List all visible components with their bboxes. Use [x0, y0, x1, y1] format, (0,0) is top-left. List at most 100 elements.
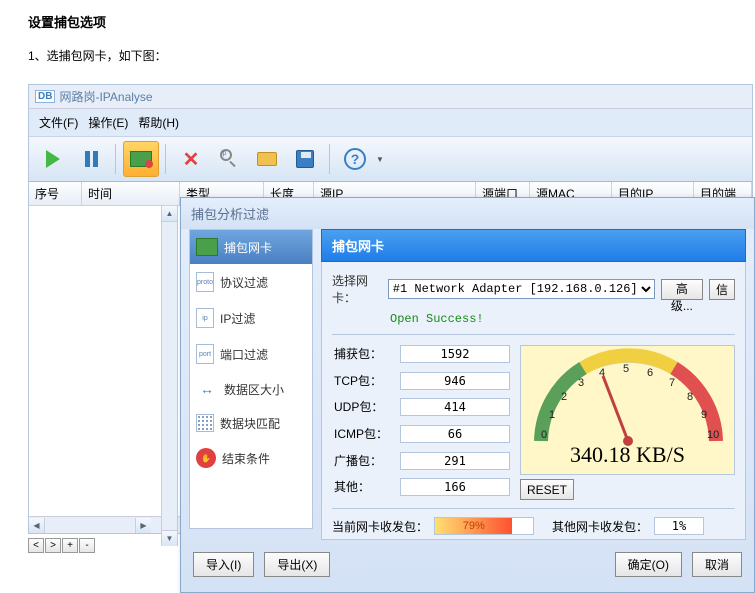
- save-button[interactable]: [287, 141, 323, 177]
- delete-button[interactable]: ✕: [173, 141, 209, 177]
- page-ip-icon: ip: [196, 308, 214, 328]
- nav-prev-button[interactable]: <: [28, 538, 44, 553]
- vertical-scrollbar[interactable]: ▲ ▼: [161, 206, 178, 546]
- titlebar: DB 网路岗-IPAnalyse: [29, 85, 752, 109]
- tcp-label: TCP包：: [332, 372, 394, 394]
- select-nic-label: 选择网卡：: [332, 272, 382, 306]
- page-port-icon: port: [196, 344, 214, 364]
- panel-header: 捕包网卡: [321, 229, 746, 262]
- nav-minus-button[interactable]: -: [79, 538, 95, 553]
- play-button[interactable]: [35, 141, 71, 177]
- menu-file[interactable]: 文件(F): [35, 112, 82, 133]
- current-traffic-bar: 79%: [434, 517, 534, 535]
- dialog-sidebar: 捕包网卡 proto 协议过滤 ip IP过滤 port 端口过滤 ↔ 数据区大…: [189, 229, 313, 529]
- other-traffic-value: 1%: [654, 517, 704, 535]
- broadcast-label: 广播包：: [332, 452, 394, 474]
- current-traffic-fill: 79%: [435, 518, 512, 534]
- doc-heading: 设置捕包选项: [0, 0, 755, 39]
- scroll-down-icon[interactable]: ▼: [162, 530, 177, 546]
- reset-button[interactable]: RESET: [520, 479, 574, 500]
- arrows-icon: ↔: [196, 380, 218, 398]
- other-value: 166: [400, 478, 510, 496]
- udp-value: 414: [400, 398, 510, 416]
- broadcast-value: 291: [400, 452, 510, 470]
- speed-gauge: 012 345 678 910 340.18 KB/S: [520, 345, 735, 475]
- sidebar-item-label: 端口过滤: [220, 346, 268, 363]
- separator-icon: [329, 144, 331, 174]
- capture-settings-button[interactable]: [123, 141, 159, 177]
- col-time[interactable]: 时间: [82, 182, 180, 205]
- svg-text:0: 0: [541, 429, 547, 441]
- ok-button[interactable]: 确定(O): [615, 552, 682, 577]
- menu-action[interactable]: 操作(E): [84, 112, 132, 133]
- scroll-left-icon[interactable]: ◀: [29, 518, 45, 533]
- sidebar-item-port[interactable]: port 端口过滤: [190, 336, 312, 372]
- scroll-up-icon[interactable]: ▲: [162, 206, 177, 222]
- sidebar-item-label: 数据块匹配: [220, 415, 280, 432]
- current-traffic-label: 当前网卡收发包：: [332, 518, 428, 535]
- x-icon: ✕: [183, 147, 200, 172]
- filter-dialog: 捕包分析过滤 捕包网卡 proto 协议过滤 ip IP过滤 port 端口过滤…: [180, 197, 755, 593]
- help-icon: ?: [344, 148, 366, 170]
- nav-next-button[interactable]: >: [45, 538, 61, 553]
- window-title: 网路岗-IPAnalyse: [59, 88, 152, 105]
- captured-value: 1592: [400, 345, 510, 363]
- sidebar-item-label: 结束条件: [222, 450, 270, 467]
- menubar: 文件(F) 操作(E) 帮助(H): [29, 109, 752, 137]
- sidebar-item-datasize[interactable]: ↔ 数据区大小: [190, 372, 312, 406]
- matrix-icon: [196, 414, 214, 432]
- sidebar-item-ip[interactable]: ip IP过滤: [190, 300, 312, 336]
- sidebar-item-label: 数据区大小: [224, 381, 284, 398]
- ip-lookup-button[interactable]: ip: [211, 141, 247, 177]
- help-button[interactable]: ?: [337, 141, 373, 177]
- magnifier-ip-icon: ip: [218, 149, 240, 169]
- nav-plus-button[interactable]: +: [62, 538, 78, 553]
- play-icon: [46, 150, 60, 168]
- stats-grid: 捕获包： 1592 TCP包： 946 UDP包： 414 ICMP包： 66 …: [332, 345, 510, 500]
- col-seq[interactable]: 序号: [29, 182, 82, 205]
- dialog-footer: 导入(I) 导出(X) 确定(O) 取消: [181, 540, 754, 577]
- svg-text:5: 5: [623, 363, 629, 375]
- svg-text:6: 6: [647, 367, 653, 379]
- cancel-button[interactable]: 取消: [692, 552, 742, 577]
- folder-icon: [257, 152, 277, 166]
- pause-button[interactable]: [73, 141, 109, 177]
- nic-icon: [196, 238, 218, 256]
- svg-text:3: 3: [578, 377, 584, 389]
- other-label: 其他：: [332, 478, 394, 500]
- dialog-content: 捕包网卡 选择网卡： #1 Network Adapter [192.168.0…: [321, 229, 746, 540]
- sidebar-item-datablock[interactable]: 数据块匹配: [190, 406, 312, 440]
- svg-text:2: 2: [561, 391, 567, 403]
- app-logo-icon: DB: [35, 90, 55, 103]
- open-button[interactable]: [249, 141, 285, 177]
- scroll-right-icon[interactable]: ▶: [135, 518, 151, 533]
- import-button[interactable]: 导入(I): [193, 552, 254, 577]
- export-button[interactable]: 导出(X): [264, 552, 330, 577]
- svg-text:9: 9: [701, 409, 707, 421]
- separator-icon: [115, 144, 117, 174]
- captured-label: 捕获包：: [332, 345, 394, 367]
- toolbar: ✕ ip ? ▼: [29, 137, 752, 182]
- svg-text:10: 10: [707, 429, 719, 441]
- doc-step: 1、选捕包网卡，如下图：: [0, 39, 755, 84]
- svg-text:1: 1: [549, 409, 555, 421]
- sidebar-item-nic[interactable]: 捕包网卡: [190, 230, 312, 264]
- status-text: Open Success!: [390, 312, 735, 326]
- advanced-button[interactable]: 高级...: [661, 279, 703, 300]
- gauge-speed-value: 340.18 KB/S: [521, 442, 734, 468]
- chevron-down-icon[interactable]: ▼: [375, 155, 385, 164]
- separator-icon: [165, 144, 167, 174]
- svg-text:7: 7: [669, 377, 675, 389]
- sidebar-item-label: IP过滤: [220, 310, 255, 327]
- disk-icon: [296, 150, 314, 168]
- other-traffic-label: 其他网卡收发包：: [552, 518, 648, 535]
- sidebar-item-protocol[interactable]: proto 协议过滤: [190, 264, 312, 300]
- adapter-select[interactable]: #1 Network Adapter [192.168.0.126]: [388, 279, 655, 299]
- menu-help[interactable]: 帮助(H): [134, 112, 183, 133]
- info-button[interactable]: 信: [709, 279, 735, 300]
- pause-icon: [85, 151, 98, 167]
- sidebar-item-end[interactable]: ✋ 结束条件: [190, 440, 312, 476]
- sidebar-item-label: 捕包网卡: [224, 239, 272, 256]
- icmp-value: 66: [400, 425, 510, 443]
- sidebar-item-label: 协议过滤: [220, 274, 268, 291]
